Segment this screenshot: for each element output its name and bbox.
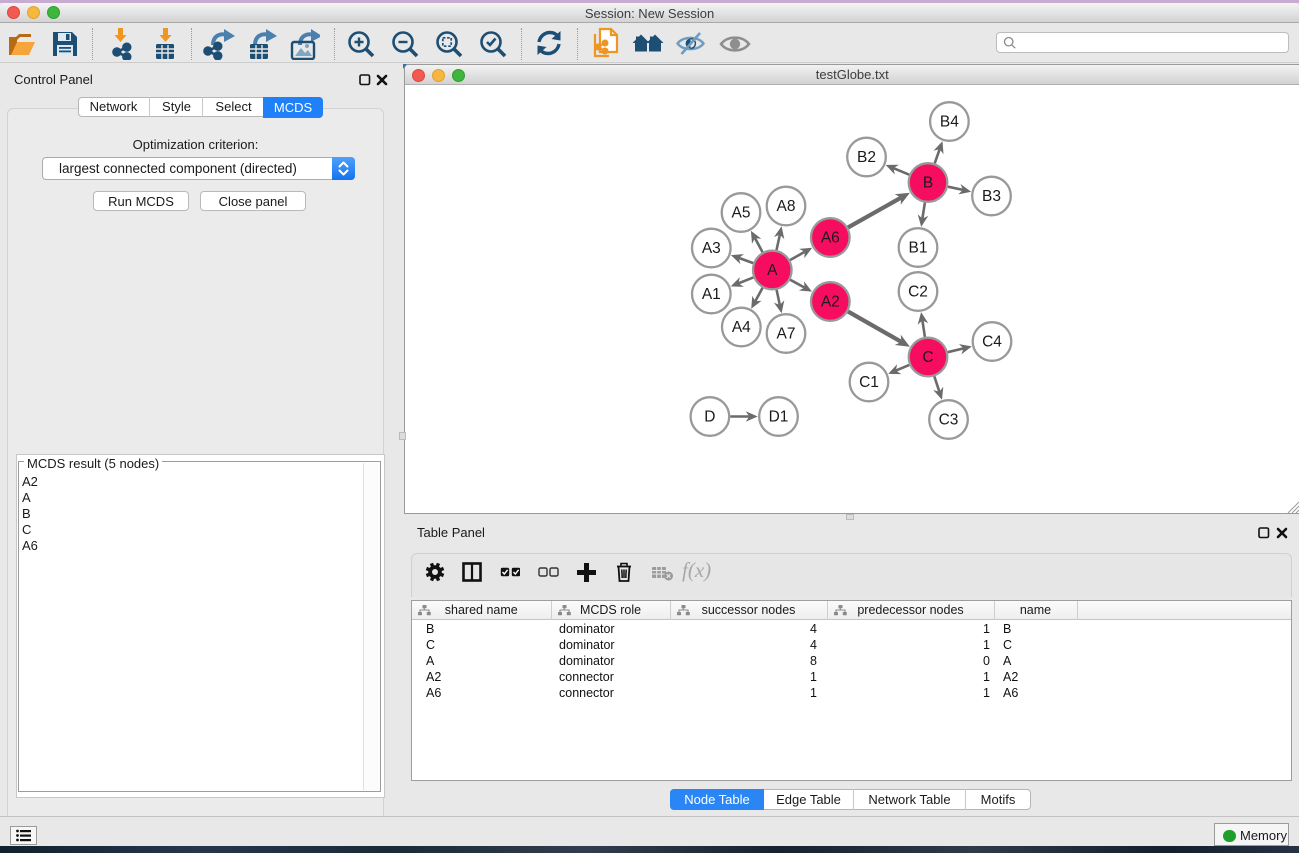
svg-text:D: D — [704, 408, 715, 425]
svg-text:A: A — [767, 262, 778, 279]
svg-text:A4: A4 — [731, 319, 750, 336]
svg-text:B: B — [922, 174, 932, 191]
svg-text:B4: B4 — [939, 113, 958, 130]
svg-text:B2: B2 — [857, 149, 876, 166]
svg-text:f(x): f(x) — [682, 560, 711, 582]
svg-text:C: C — [922, 349, 933, 366]
svg-text:A3: A3 — [701, 240, 720, 257]
svg-text:A7: A7 — [776, 325, 795, 342]
svg-text:C2: C2 — [908, 283, 928, 300]
svg-text:C1: C1 — [859, 374, 879, 391]
svg-text:C3: C3 — [938, 411, 958, 428]
svg-text:A5: A5 — [731, 204, 750, 221]
svg-text:B1: B1 — [908, 239, 927, 256]
svg-text:A1: A1 — [701, 286, 720, 303]
svg-text:B3: B3 — [982, 188, 1001, 205]
svg-text:D1: D1 — [768, 408, 788, 425]
svg-text:A8: A8 — [776, 198, 795, 215]
svg-text:C4: C4 — [982, 333, 1002, 350]
svg-text:A2: A2 — [820, 293, 839, 310]
svg-text:A6: A6 — [820, 229, 839, 246]
